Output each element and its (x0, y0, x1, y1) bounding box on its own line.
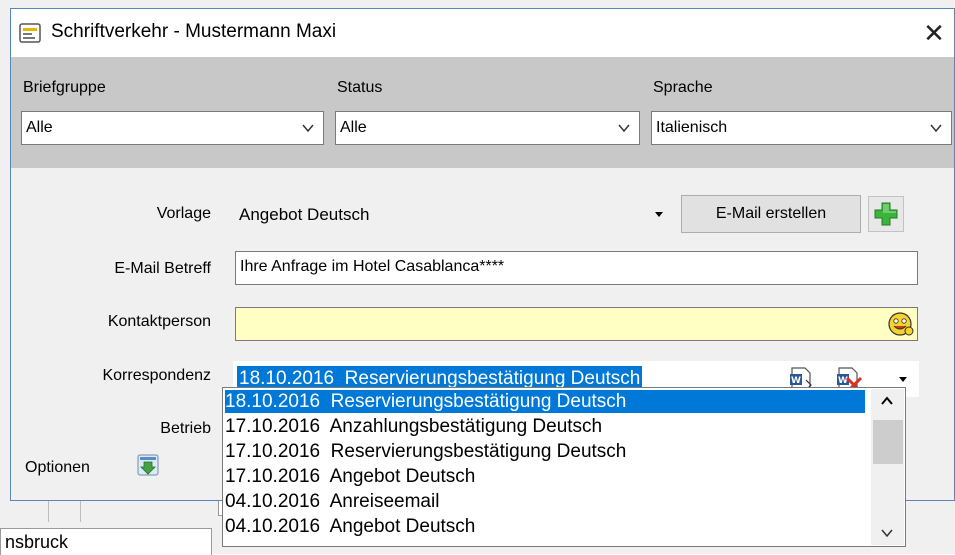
dropdown-arrow-icon (655, 212, 663, 217)
kontakt-label: Kontaktperson (107, 313, 211, 330)
chevron-down-icon (618, 124, 630, 133)
background-divider (48, 500, 49, 522)
close-button[interactable]: ✕ (916, 15, 952, 51)
vorlage-label: Vorlage (156, 205, 211, 222)
dropdown-arrow-icon[interactable] (899, 377, 907, 382)
status-value: Alle (340, 119, 367, 136)
vorlage-value: Angebot Deutsch (239, 205, 370, 224)
close-icon: ✕ (923, 17, 945, 48)
status-label: Status (337, 79, 383, 96)
svg-text:W: W (791, 376, 801, 386)
sprache-select[interactable]: Italienisch (651, 111, 952, 145)
list-item[interactable]: 18.10.2016 Reservierungsbestätigung Deut… (225, 390, 865, 413)
expand-options-icon[interactable] (137, 454, 159, 476)
briefgruppe-select[interactable]: Alle (21, 111, 324, 145)
email-erstellen-button[interactable]: E-Mail erstellen (681, 195, 861, 233)
chevron-down-icon (302, 124, 314, 133)
list-item[interactable]: 04.10.2016 Anreiseemail (225, 490, 865, 513)
betreff-input[interactable]: Ihre Anfrage im Hotel Casablanca**** (235, 251, 918, 285)
background-field-text: nsbruck (5, 532, 69, 552)
list-item[interactable]: 17.10.2016 Angebot Deutsch (225, 465, 865, 488)
briefgruppe-value: Alle (26, 119, 53, 136)
window-title: Schriftverkehr - Mustermann Maxi (51, 21, 337, 42)
list-item[interactable]: 04.10.2016 Angebot Deutsch (225, 515, 865, 538)
smiley-contact-icon[interactable] (886, 310, 916, 338)
title-bar[interactable]: Schriftverkehr - Mustermann Maxi ✕ (11, 9, 954, 57)
chevron-down-icon (930, 124, 942, 133)
vorlage-select[interactable]: Angebot Deutsch (233, 196, 673, 232)
sprache-value: Italienisch (656, 119, 728, 136)
svg-text:W: W (838, 376, 848, 386)
korrespondenz-dropdown-list[interactable]: 18.10.2016 Reservierungsbestätigung Deut… (222, 387, 906, 547)
add-button[interactable] (868, 196, 904, 232)
sprache-label: Sprache (653, 79, 713, 96)
list-item[interactable]: 17.10.2016 Anzahlungsbestätigung Deutsch (225, 415, 865, 438)
briefgruppe-label: Briefgruppe (23, 79, 106, 96)
scrollbar-thumb[interactable] (873, 420, 903, 464)
list-scrollbar[interactable] (871, 389, 904, 545)
app-icon (19, 23, 41, 43)
korrespondenz-label: Korrespondenz (102, 367, 211, 384)
filter-panel: Briefgruppe Alle Status Alle Sprache Ita… (11, 57, 954, 168)
plus-icon (874, 202, 898, 226)
optionen-label: Optionen (25, 459, 90, 476)
background-city-field[interactable]: nsbruck (0, 528, 212, 555)
betrieb-label: Betrieb (160, 420, 211, 437)
status-select[interactable]: Alle (335, 111, 640, 145)
betreff-label: E-Mail Betreff (114, 260, 211, 277)
list-item[interactable]: 17.10.2016 Reservierungsbestätigung Deut… (225, 440, 865, 463)
betreff-value: Ihre Anfrage im Hotel Casablanca**** (240, 258, 505, 275)
chevron-down-icon[interactable] (880, 527, 894, 539)
chevron-up-icon[interactable] (880, 395, 894, 407)
kontakt-input[interactable] (235, 307, 918, 341)
background-divider (80, 500, 81, 522)
